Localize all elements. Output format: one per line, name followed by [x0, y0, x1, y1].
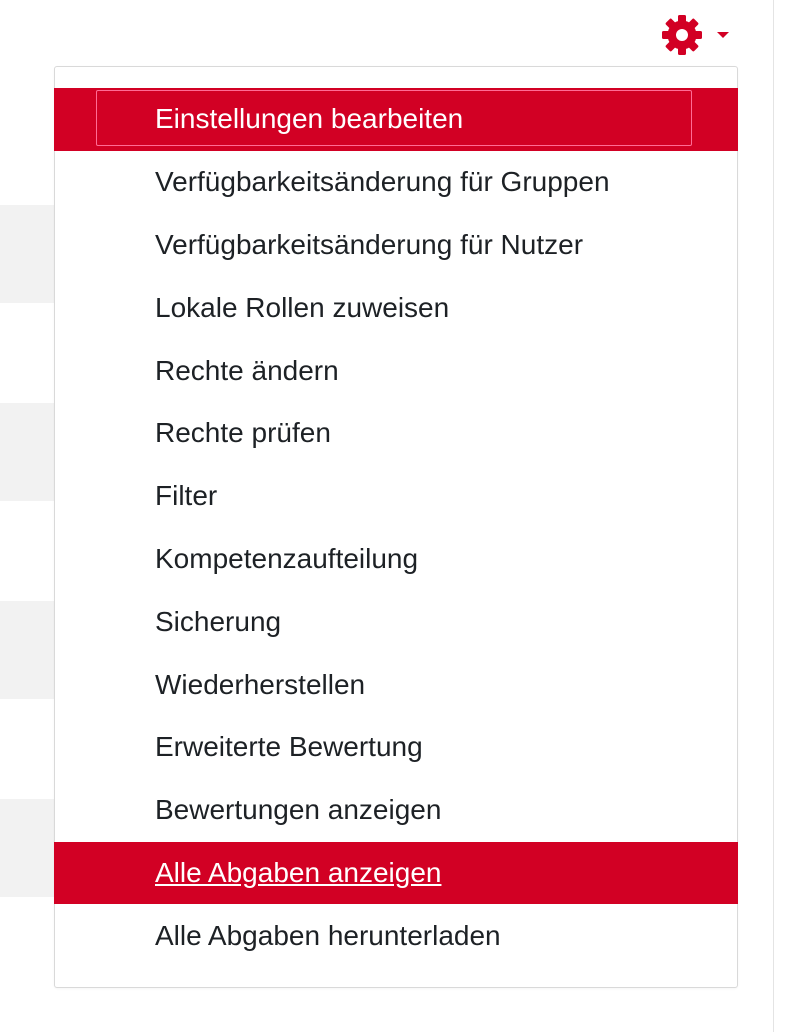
- settings-menu-toggle[interactable]: [660, 12, 750, 58]
- background-panel: [0, 403, 56, 501]
- menu-item-label: Bewertungen anzeigen: [155, 794, 442, 826]
- caret-down-icon: [716, 30, 730, 40]
- gear-icon: [660, 13, 704, 57]
- menu-item-label: Verfügbarkeitsänderung für Gruppen: [155, 166, 610, 198]
- menu-item-verfuegbarkeit-gruppen[interactable]: Verfügbarkeitsänderung für Gruppen: [54, 151, 738, 214]
- menu-item-label: Erweiterte Bewertung: [155, 731, 423, 763]
- page-divider: [773, 0, 774, 1032]
- menu-item-kompetenzaufteilung[interactable]: Kompetenzaufteilung: [54, 528, 738, 591]
- menu-item-label: Alle Abgaben anzeigen: [155, 856, 442, 888]
- menu-item-label: Rechte ändern: [155, 354, 339, 386]
- menu-item-label: Sicherung: [155, 605, 282, 637]
- menu-item-verfuegbarkeit-nutzer[interactable]: Verfügbarkeitsänderung für Nutzer: [54, 214, 738, 277]
- background-panel: [0, 601, 56, 699]
- menu-item-erweiterte-bewertung[interactable]: Erweiterte Bewertung: [54, 716, 738, 779]
- menu-item-lokale-rollen[interactable]: Lokale Rollen zuweisen: [54, 276, 738, 339]
- menu-item-alle-abgaben-anzeigen[interactable]: Alle Abgaben anzeigen: [54, 841, 738, 905]
- menu-item-label: Rechte prüfen: [155, 417, 331, 449]
- menu-item-alle-abgaben-herunterladen[interactable]: Alle Abgaben herunterladen: [54, 904, 738, 967]
- menu-item-label: Alle Abgaben herunterladen: [155, 919, 501, 951]
- menu-item-label: Kompetenzaufteilung: [155, 542, 419, 574]
- menu-list: Einstellungen bearbeiten Verfügbarkeitsä…: [54, 88, 738, 967]
- menu-item-label: Verfügbarkeitsänderung für Nutzer: [155, 228, 584, 260]
- background-panel: [0, 799, 56, 897]
- menu-item-filter[interactable]: Filter: [54, 465, 738, 528]
- menu-item-sicherung[interactable]: Sicherung: [54, 590, 738, 653]
- settings-dropdown-menu: Einstellungen bearbeiten Verfügbarkeitsä…: [54, 66, 738, 988]
- menu-item-wiederherstellen[interactable]: Wiederherstellen: [54, 653, 738, 716]
- menu-item-label: Lokale Rollen zuweisen: [155, 291, 450, 323]
- menu-item-label: Einstellungen bearbeiten: [155, 103, 464, 135]
- menu-item-label: Wiederherstellen: [155, 668, 366, 700]
- menu-item-label: Filter: [155, 480, 218, 512]
- menu-item-rechte-pruefen[interactable]: Rechte prüfen: [54, 402, 738, 465]
- menu-item-rechte-aendern[interactable]: Rechte ändern: [54, 339, 738, 402]
- menu-item-bewertungen-anzeigen[interactable]: Bewertungen anzeigen: [54, 779, 738, 842]
- background-panel: [0, 205, 56, 303]
- menu-item-einstellungen-bearbeiten[interactable]: Einstellungen bearbeiten: [54, 88, 738, 151]
